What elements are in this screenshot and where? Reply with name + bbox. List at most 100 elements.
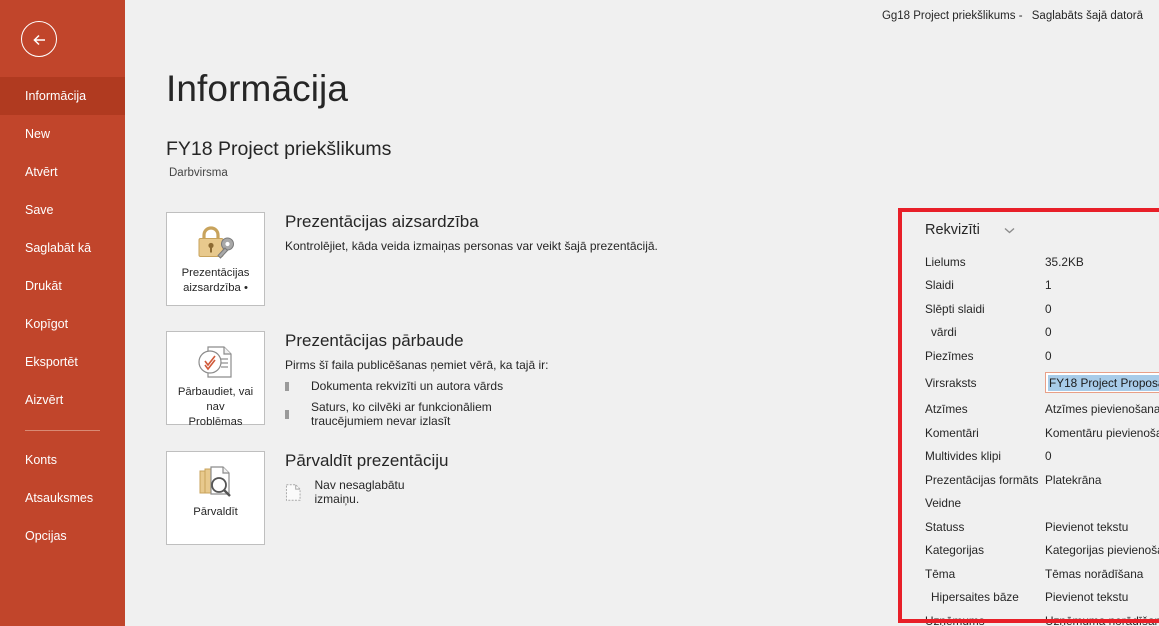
property-row: Slaidi 1 bbox=[925, 274, 1159, 298]
manage-presentation-label: Pārvaldīt bbox=[193, 506, 238, 518]
property-row: Hipersaites bāze Pievienot tekstu bbox=[925, 586, 1159, 610]
property-label: Lielums bbox=[925, 254, 966, 269]
sidebar-item-label: Saglabāt kā bbox=[25, 241, 92, 255]
sidebar-item-label: Kopīgot bbox=[25, 317, 69, 331]
sidebar-item-opcijas[interactable]: Opcijas bbox=[0, 517, 125, 555]
property-label: Tēma bbox=[925, 566, 956, 581]
sidebar-item-label: Eksportēt bbox=[25, 355, 78, 369]
titlebar-document-name: Gg18 Project priekšlikums - bbox=[881, 10, 1023, 22]
sidebar-item-atvert[interactable]: Atvērt bbox=[0, 153, 125, 191]
inspect-issue-text: Saturs, ko cilvēki ar funkcionāliem trau… bbox=[311, 400, 492, 428]
properties-header-label: Rekvizīti bbox=[925, 222, 980, 238]
manage-presentation-button[interactable]: Pārvaldīt bbox=[166, 451, 265, 545]
property-label: Hipersaites bāze bbox=[931, 590, 1019, 605]
card-protect-description: Kontrolējiet, kāda veida izmaiņas person… bbox=[285, 239, 658, 253]
sidebar-item-label: Drukāt bbox=[25, 279, 62, 293]
protect-presentation-button[interactable]: Prezentācijas aizsardzība • bbox=[166, 212, 265, 306]
sidebar-item-save[interactable]: Save bbox=[0, 191, 125, 229]
inspect-issue-item: Saturs, ko cilvēki ar funkcionāliem trau… bbox=[285, 400, 548, 428]
property-value[interactable]: Pievienot tekstu bbox=[1045, 590, 1128, 604]
card-manage-heading: Pārvaldīt prezentāciju bbox=[285, 451, 449, 470]
property-label: Statuss bbox=[925, 519, 965, 534]
check-for-issues-label: Pārbaudiet, vai nav Problēmas bbox=[167, 385, 264, 430]
sidebar-item-saglabat-ka[interactable]: Saglabāt kā bbox=[0, 229, 125, 267]
back-button[interactable] bbox=[21, 21, 57, 57]
property-value[interactable]: Pievienot tekstu bbox=[1045, 520, 1128, 534]
property-label: Multivides klipi bbox=[925, 449, 1002, 464]
document-check-icon bbox=[197, 346, 232, 378]
property-row: Komentāri Komentāru pievienošana bbox=[925, 421, 1159, 445]
check-for-issues-button[interactable]: Pārbaudiet, vai nav Problēmas bbox=[166, 331, 265, 428]
property-value[interactable]: Komentāru pievienošana bbox=[1045, 426, 1159, 440]
sidebar-item-new[interactable]: New bbox=[0, 115, 125, 153]
sidebar-item-label: Save bbox=[25, 203, 54, 217]
property-value[interactable]: 0 bbox=[1045, 449, 1052, 463]
sidebar-item-atsauksmes[interactable]: Atsauksmes bbox=[0, 479, 125, 517]
sidebar-item-konts[interactable]: Konts bbox=[0, 441, 125, 479]
unsaved-changes-text: Nav nesaglabātu izmaiņu. bbox=[314, 478, 405, 506]
property-value[interactable]: Atzīmes pievienošana bbox=[1045, 402, 1159, 416]
property-value[interactable]: Uzņēmuma norādīšana bbox=[1045, 614, 1159, 626]
property-label: vārdi bbox=[931, 325, 957, 340]
property-row: Lielums 35.2KB bbox=[925, 250, 1159, 274]
property-value[interactable]: Tēmas norādīšana bbox=[1045, 567, 1143, 581]
back-arrow-icon bbox=[33, 34, 45, 46]
check-for-issues-label-line1: Pārbaudiet, vai nav bbox=[177, 386, 254, 413]
property-value[interactable]: 35.2KB bbox=[1045, 255, 1084, 269]
sidebar-nav-list: Informācija New Atvērt Save Saglabāt kā … bbox=[0, 77, 125, 555]
sidebar-divider bbox=[25, 430, 100, 431]
property-label: Veidne bbox=[925, 496, 962, 511]
sidebar-item-label: Atvērt bbox=[25, 165, 58, 179]
card-inspect-heading: Prezentācijas pārbaude bbox=[285, 331, 464, 350]
sidebar-item-eksportet[interactable]: Eksportēt bbox=[0, 343, 125, 381]
lock-key-icon bbox=[198, 226, 234, 259]
property-value[interactable]: 1 bbox=[1045, 278, 1052, 292]
property-value[interactable]: Platekrāna bbox=[1045, 473, 1101, 487]
chevron-down-icon[interactable] bbox=[1004, 227, 1015, 234]
properties-header[interactable]: Rekvizīti bbox=[925, 222, 1159, 238]
property-row: Piezīmes 0 bbox=[925, 344, 1159, 368]
titlebar-document-status: Gg18 Project priekšlikums - Saglabāts ša… bbox=[882, 10, 1143, 22]
document-title: FY18 Project priekšlikums bbox=[166, 138, 392, 160]
property-label: Piezīmes bbox=[925, 348, 974, 363]
property-label: Virsraksts bbox=[925, 375, 977, 390]
property-row: Uzņēmums Uzņēmuma norādīšana bbox=[925, 609, 1159, 626]
inspect-issue-text: Dokumenta rekvizīti un autora vārds bbox=[311, 379, 504, 393]
property-row: Veidne bbox=[925, 492, 1159, 516]
sidebar-item-kopigot[interactable]: Kopīgot bbox=[0, 305, 125, 343]
property-row: vārdi 0 bbox=[925, 321, 1159, 345]
properties-panel: Rekvizīti Lielums 35.2KB Slaidi 1 Slēpti… bbox=[925, 222, 1159, 626]
main-content: Gg18 Project priekšlikums - Saglabāts ša… bbox=[125, 0, 1159, 626]
sidebar-item-drukat[interactable]: Drukāt bbox=[0, 267, 125, 305]
titlebar-save-status: Saglabāts šajā datorā bbox=[1031, 10, 1143, 22]
sidebar-item-label: Konts bbox=[25, 453, 57, 467]
documents-search-icon bbox=[199, 466, 231, 497]
property-value[interactable]: Kategorijas pievienošana bbox=[1045, 543, 1159, 557]
property-row: Statuss Pievienot tekstu bbox=[925, 515, 1159, 539]
card-protect-body: Prezentācijas aizsardzība Kontrolējiet, … bbox=[285, 212, 658, 253]
sidebar-item-aizvert[interactable]: Aizvērt bbox=[0, 381, 125, 419]
property-label: Uzņēmums bbox=[925, 613, 985, 626]
property-value[interactable]: 0 bbox=[1045, 325, 1052, 339]
backstage-view: Informācija New Atvērt Save Saglabāt kā … bbox=[0, 0, 1159, 626]
backstage-sidebar: Informācija New Atvērt Save Saglabāt kā … bbox=[0, 0, 125, 626]
card-inspect-body: Prezentācijas pārbaude Pirms šī faila pu… bbox=[285, 331, 548, 428]
property-value[interactable]: 0 bbox=[1045, 349, 1052, 363]
sidebar-item-label: Informācija bbox=[25, 89, 87, 103]
check-for-issues-label-line2: Problēmas bbox=[188, 416, 243, 428]
document-location: Darbvirsma bbox=[169, 167, 228, 179]
property-row: Tēma Tēmas norādīšana bbox=[925, 562, 1159, 586]
title-input[interactable]: FY18 Project Proposal bbox=[1045, 372, 1159, 393]
unsaved-document-icon bbox=[285, 483, 301, 501]
bullet-square-icon bbox=[285, 381, 289, 391]
property-row: Kategorijas Kategorijas pievienošana bbox=[925, 539, 1159, 563]
property-label: Slaidi bbox=[925, 278, 954, 293]
property-value[interactable]: 0 bbox=[1045, 302, 1052, 316]
property-row: Prezentācijas formāts Platekrāna bbox=[925, 468, 1159, 492]
bullet-square-icon bbox=[285, 409, 289, 419]
unsaved-changes-row: Nav nesaglabātu izmaiņu. bbox=[285, 478, 448, 506]
protect-presentation-label: Prezentācijas aizsardzība • bbox=[181, 267, 250, 294]
inspect-issue-item: Dokumenta rekvizīti un autora vārds bbox=[285, 379, 548, 393]
sidebar-item-label: New bbox=[25, 127, 51, 141]
sidebar-item-informacija[interactable]: Informācija bbox=[0, 77, 125, 115]
